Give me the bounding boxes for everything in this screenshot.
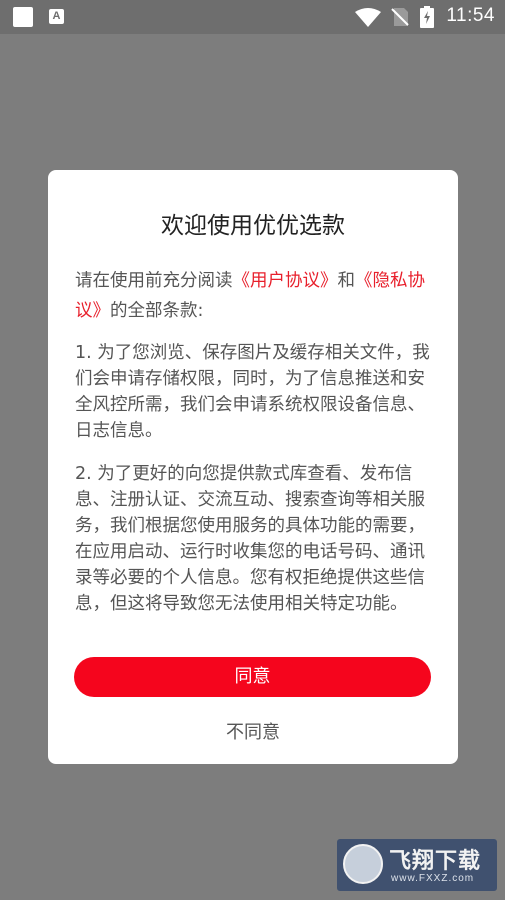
watermark: 飞翔下载 www.FXXZ.com xyxy=(337,839,497,891)
no-sim-icon xyxy=(391,8,409,26)
permission-paragraph-1: 1. 为了您浏览、保存图片及缓存相关文件，我们会申请存储权限，同时，为了信息推送… xyxy=(75,343,430,441)
watermark-logo-icon xyxy=(343,844,383,884)
privacy-dialog: 欢迎使用优优选款 请在使用前充分阅读《用户协议》和《隐私协议》的全部条款: 1.… xyxy=(48,170,458,764)
intro-and: 和 xyxy=(337,271,356,291)
status-bar: A 11:54 xyxy=(0,0,505,34)
watermark-text: 飞翔下载 xyxy=(389,849,482,874)
wifi-icon xyxy=(355,8,381,27)
user-agreement-link[interactable]: 《用户协议》 xyxy=(233,271,338,291)
status-time: 11:54 xyxy=(446,5,495,26)
permission-paragraph-2: 2. 为了更好的向您提供款式库查看、发布信息、注册认证、交流互动、搜索查询等相关… xyxy=(75,464,425,614)
dialog-body-scroll[interactable]: 1. 为了您浏览、保存图片及缓存相关文件，我们会申请存储权限，同时，为了信息推送… xyxy=(75,340,435,630)
dialog-title: 欢迎使用优优选款 xyxy=(161,213,345,239)
app-square-icon xyxy=(13,7,33,27)
battery-charging-icon xyxy=(420,6,434,28)
intro-suffix: 的全部条款: xyxy=(110,301,204,321)
watermark-url: www.FXXZ.com xyxy=(391,873,475,884)
intro-prefix: 请在使用前充分阅读 xyxy=(75,271,233,291)
disagree-button[interactable]: 不同意 xyxy=(48,718,458,744)
accessibility-a-icon: A xyxy=(49,9,64,24)
dialog-intro: 请在使用前充分阅读《用户协议》和《隐私协议》的全部条款: xyxy=(75,266,435,326)
agree-button[interactable]: 同意 xyxy=(74,657,431,697)
